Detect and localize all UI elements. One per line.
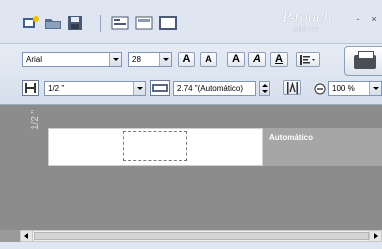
brand-subtitle: Editor Lite	[292, 27, 320, 33]
underline-label: A	[275, 53, 283, 65]
tape-width-icon	[22, 80, 39, 96]
minimize-button[interactable]: -	[352, 14, 364, 24]
save-icon[interactable]	[66, 15, 84, 31]
toolbar-divider	[100, 15, 101, 32]
bold-button[interactable]: A	[227, 52, 245, 67]
tape-length-value: 2.74 "(Automático)	[177, 84, 243, 93]
italic-label: A	[253, 53, 261, 65]
print-button[interactable]	[344, 46, 382, 76]
scroll-thumb[interactable]	[34, 232, 369, 240]
zoom-out-icon[interactable]	[314, 83, 326, 95]
scroll-right-icon[interactable]	[369, 231, 381, 241]
increase-font-button[interactable]: A	[178, 52, 195, 67]
tape-width-select[interactable]: 1/2 "	[44, 81, 146, 96]
fit-text-icon	[287, 82, 298, 94]
decrease-font-button[interactable]: A	[200, 52, 217, 67]
fit-button[interactable]	[283, 80, 301, 95]
close-button[interactable]: ×	[368, 14, 380, 24]
text-object-placeholder[interactable]	[123, 131, 187, 161]
printer-icon	[354, 51, 376, 69]
underline-button[interactable]: A	[270, 52, 288, 67]
align-button[interactable]	[296, 52, 320, 67]
chevron-down-icon[interactable]	[369, 82, 381, 95]
status-bar	[0, 242, 382, 249]
open-folder-icon[interactable]	[44, 15, 62, 31]
bold-label: A	[232, 53, 240, 65]
tape-length-field[interactable]: 2.74 "(Automático)	[173, 81, 256, 96]
brand-logo: P-touch Editor Lite	[282, 10, 342, 40]
horizontal-scrollbar[interactable]	[20, 230, 382, 242]
font-family-select[interactable]: Arial	[22, 52, 122, 67]
scroll-left-icon[interactable]	[21, 231, 33, 241]
zoom-value: 100 %	[332, 84, 355, 93]
chevron-down-icon[interactable]	[109, 53, 121, 66]
align-left-icon	[300, 55, 315, 65]
font-size-select[interactable]: 28	[128, 52, 172, 67]
tape-size-indicator: 1/2 "	[30, 109, 41, 130]
auto-length-label: Automático	[269, 133, 313, 142]
frame-icon[interactable]	[159, 15, 177, 31]
auto-length-area: Automático	[263, 128, 382, 166]
layout-icon[interactable]	[135, 15, 153, 31]
font-family-value: Arial	[26, 55, 43, 64]
tape-width-value: 1/2 "	[48, 84, 65, 93]
italic-button[interactable]: A	[248, 52, 266, 67]
new-label-icon[interactable]	[22, 15, 40, 31]
text-box-icon[interactable]	[111, 15, 129, 31]
tape-length-icon	[150, 80, 170, 96]
font-size-value: 28	[132, 55, 141, 64]
scroll-corner	[0, 230, 20, 242]
increase-font-label: A	[182, 53, 191, 65]
zoom-select[interactable]: 100 %	[328, 81, 382, 96]
title-bar: P-touch Editor Lite - ×	[0, 0, 382, 43]
tape-length-stepper[interactable]	[259, 81, 270, 96]
brand-name: P-touch	[282, 10, 332, 26]
decrease-font-label: A	[205, 54, 212, 64]
chevron-down-icon[interactable]	[133, 82, 145, 95]
label-canvas	[0, 105, 382, 230]
chevron-down-icon[interactable]	[159, 53, 171, 66]
